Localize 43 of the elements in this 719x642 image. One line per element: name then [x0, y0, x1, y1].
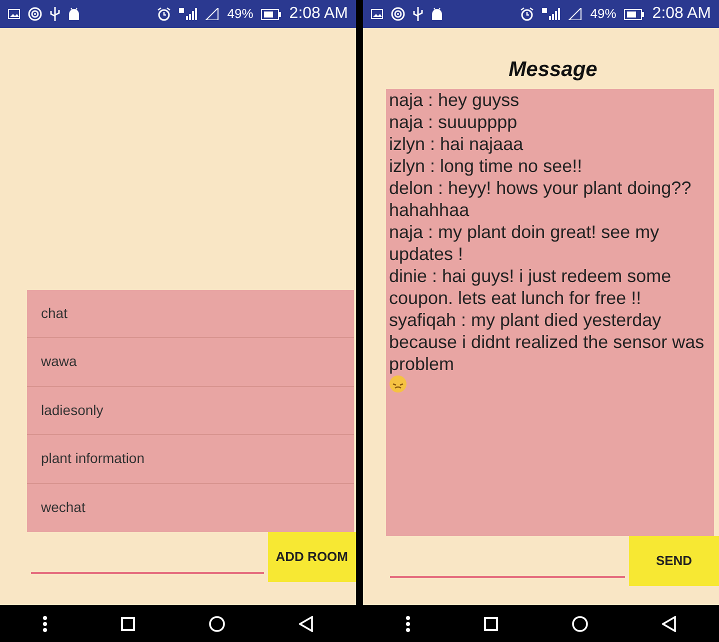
hotspot-icon: [391, 7, 405, 21]
battery-percent: 49%: [227, 5, 254, 24]
room-item[interactable]: chat: [27, 290, 354, 338]
screen-title: Message: [508, 57, 598, 83]
triangle-icon[interactable]: [299, 616, 313, 632]
signal-icon: [542, 8, 560, 20]
circle-icon[interactable]: [209, 616, 225, 632]
android-icon: [68, 7, 80, 21]
chat-message: naja : suuupppp: [389, 110, 518, 132]
chat-message: syafiqah : my plant died yesterday because i didnt realized the sensor was problem: [389, 308, 706, 374]
battery-percent: 49%: [590, 5, 616, 24]
chat-message: naja : my plant doin great! see my updates !: [389, 220, 660, 264]
triangle-icon[interactable]: [662, 616, 676, 632]
square-icon[interactable]: [484, 616, 498, 630]
room-item[interactable]: wawa: [27, 338, 354, 386]
signal-icon: [205, 8, 220, 20]
chat-message: dinie : hai guys! i just redeem some coupon. lets eat lunch for free !!: [389, 264, 672, 308]
signal-icon: [179, 8, 198, 20]
chat-message: izlyn : long time no see!!: [389, 154, 584, 176]
android-icon: [431, 7, 443, 21]
clock-time: 2:08 AM: [652, 4, 711, 24]
alarm-icon: [520, 7, 534, 21]
room-item[interactable]: wechat: [27, 484, 354, 532]
usb-icon: [50, 7, 60, 21]
battery-icon: [261, 8, 282, 20]
signal-icon: [568, 8, 582, 20]
menu-icon[interactable]: [406, 616, 410, 632]
image-icon: [8, 9, 20, 19]
circle-icon[interactable]: [572, 616, 588, 632]
square-icon[interactable]: [121, 616, 135, 630]
usb-icon: [413, 7, 423, 21]
clock-time: 2:08 AM: [289, 4, 348, 24]
alarm-icon: [157, 7, 172, 21]
add-room-button[interactable]: ADD ROOM: [268, 532, 356, 582]
battery-icon: [624, 8, 644, 20]
image-icon: [371, 9, 383, 19]
menu-icon[interactable]: [43, 616, 47, 632]
hotspot-icon: [28, 7, 42, 21]
chat-message: naja : hey guyss: [389, 88, 520, 110]
chat-message: izlyn : hai najaaa: [389, 132, 524, 154]
send-button[interactable]: SEND: [629, 536, 719, 586]
room-item[interactable]: plant information: [27, 435, 354, 484]
room-item[interactable]: ladiesonly: [27, 386, 354, 435]
